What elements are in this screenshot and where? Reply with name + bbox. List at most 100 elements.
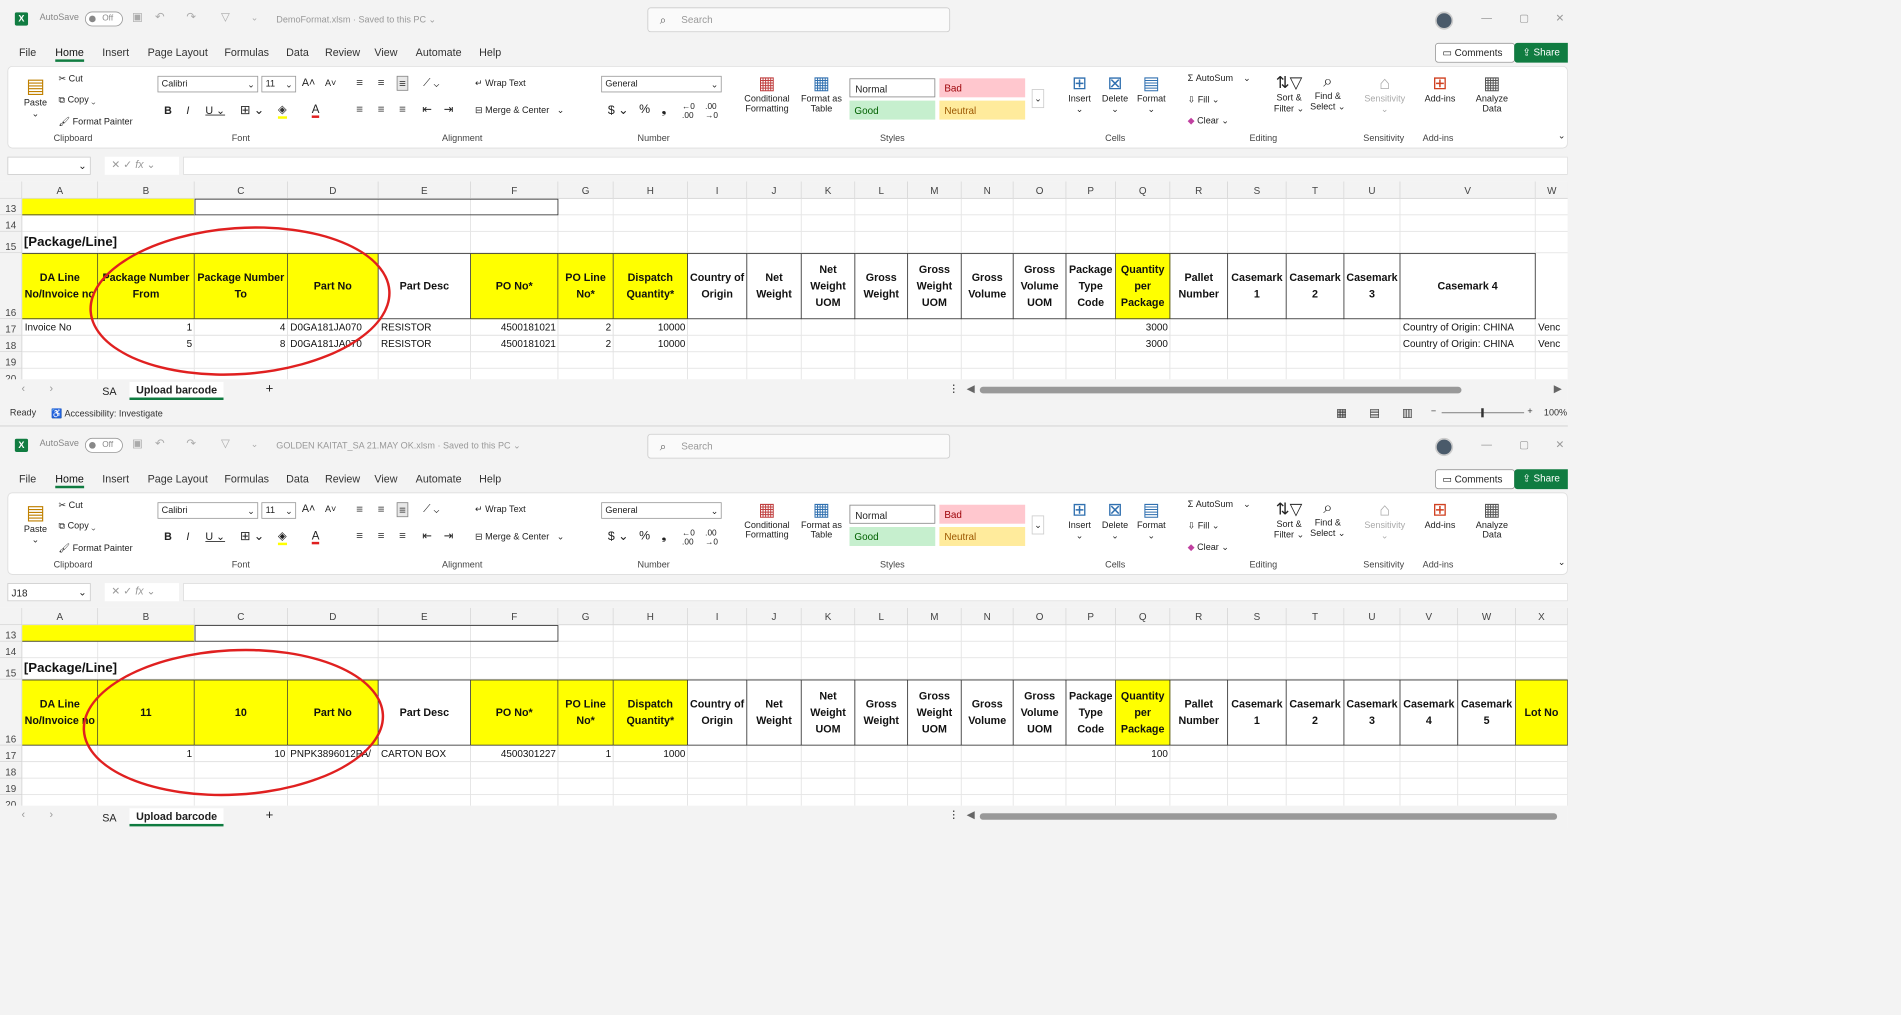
cell-p13[interactable] [1066, 198, 1116, 216]
cell-h19[interactable] [613, 352, 688, 369]
cell-j17[interactable] [747, 319, 802, 336]
sort-filter-button[interactable]: ⇅▽ Sort & Filter ⌄ [1271, 73, 1307, 114]
cell-r18[interactable] [1170, 335, 1229, 353]
style-bad[interactable]: Bad [939, 504, 1026, 524]
fx-buttons[interactable]: ✕ ✓ fx ⌄ [104, 156, 179, 175]
column-header-d[interactable]: D [287, 181, 379, 199]
zoom-out-icon[interactable]: − [1431, 407, 1436, 417]
cell-q14[interactable] [1115, 641, 1171, 659]
cell-o20[interactable] [1014, 795, 1067, 806]
cell-l19[interactable] [855, 352, 909, 369]
cell-k19[interactable] [801, 352, 856, 369]
cell-e17-value[interactable]: CARTON BOX [378, 745, 471, 763]
bold-icon[interactable]: B [164, 104, 172, 116]
cell-p15[interactable] [1066, 231, 1116, 254]
column-header-d[interactable]: D [287, 607, 379, 626]
cell-g20[interactable] [558, 368, 614, 380]
cell-k18[interactable] [801, 762, 856, 779]
cell-m18[interactable] [908, 335, 962, 353]
cell-v13[interactable] [1400, 625, 1459, 642]
cell-i13[interactable] [687, 625, 748, 642]
style-good[interactable]: Good [849, 100, 936, 120]
copy-button[interactable]: ⧉ Copy ⌄ [59, 521, 96, 532]
cell-j18[interactable] [747, 335, 802, 353]
currency-icon[interactable]: $ ⌄ [608, 529, 629, 543]
italic-icon[interactable]: I [186, 104, 189, 116]
cell-w18[interactable] [1458, 762, 1516, 779]
cell-k18[interactable] [801, 335, 856, 353]
cell-i18[interactable] [687, 762, 748, 779]
file-name[interactable]: GOLDEN KAITAT_SA 21.MAY OK.xlsm · Saved … [276, 440, 520, 451]
cell-c13-f13[interactable] [194, 625, 559, 642]
column-header-b[interactable]: B [98, 607, 195, 626]
column-header-c[interactable]: C [194, 181, 288, 199]
share-button[interactable]: ⇪ Share [1514, 42, 1568, 63]
menu-automate[interactable]: Automate [416, 473, 462, 485]
column-header-x[interactable]: X [1515, 607, 1568, 626]
find-select-button[interactable]: ⌕ Find & Select ⌄ [1310, 499, 1346, 539]
cell-g19[interactable] [558, 352, 614, 369]
cell-x18[interactable] [1515, 762, 1568, 779]
avatar[interactable] [1435, 437, 1454, 457]
add-sheet-icon[interactable]: + [266, 808, 274, 823]
cell-l17[interactable] [855, 745, 909, 763]
cell-t13[interactable] [1286, 625, 1345, 642]
decrease-font-icon[interactable]: A˅ [325, 505, 336, 515]
cell-u14[interactable] [1344, 641, 1401, 659]
cell-a18-value[interactable] [22, 335, 99, 353]
scroll-right-icon[interactable]: ▶ [1554, 382, 1562, 395]
borders-icon[interactable]: ⊞ ⌄ [240, 102, 264, 117]
cell-u19[interactable] [1344, 352, 1401, 369]
align-bottom-icon[interactable]: ≡ [396, 75, 409, 91]
sort-filter-button[interactable]: ⇅▽ Sort & Filter ⌄ [1271, 499, 1307, 541]
cell-m14[interactable] [908, 641, 962, 659]
cell-w15[interactable] [1458, 658, 1516, 680]
column-header-w[interactable]: W [1458, 607, 1516, 626]
cell-e18[interactable] [378, 762, 471, 779]
column-header-l[interactable]: L [855, 181, 909, 199]
sensitivity-button[interactable]: ⌂ Sensitivity ⌄ [1361, 499, 1409, 541]
cell-l20[interactable] [855, 795, 909, 806]
paste-button[interactable]: ▤ Paste ⌄ [21, 501, 49, 545]
cell-x19[interactable] [1515, 778, 1568, 796]
cell-c13-f13[interactable] [194, 198, 559, 216]
cell-s14[interactable] [1228, 215, 1287, 232]
cell-f19[interactable] [470, 352, 559, 369]
tab-sa[interactable]: SA [102, 385, 116, 397]
cell-g13[interactable] [558, 625, 614, 642]
cell-t18[interactable] [1286, 762, 1345, 779]
column-header-q[interactable]: Q [1115, 607, 1171, 626]
comma-icon[interactable]: ❟ [661, 529, 666, 543]
column-header-t[interactable]: T [1286, 181, 1345, 199]
column-header-l[interactable]: L [855, 607, 909, 626]
cell-i13[interactable] [687, 198, 748, 216]
cell-o14[interactable] [1013, 641, 1067, 659]
cell-s15[interactable] [1228, 231, 1287, 254]
cell-m15[interactable] [908, 231, 962, 254]
cell-p18[interactable] [1066, 762, 1116, 779]
column-header-e[interactable]: E [378, 181, 471, 199]
cell-s20[interactable] [1228, 368, 1287, 380]
cell-i15[interactable] [687, 231, 748, 254]
cell-o13[interactable] [1013, 198, 1067, 216]
column-header-u[interactable]: U [1344, 607, 1401, 626]
cell-x13[interactable] [1515, 625, 1568, 642]
column-header-g[interactable]: G [558, 181, 614, 199]
cell-f14[interactable] [470, 215, 559, 232]
cell-r13[interactable] [1170, 625, 1229, 642]
column-header-k[interactable]: K [801, 607, 856, 626]
column-header-n[interactable]: N [961, 181, 1014, 199]
cell-s14[interactable] [1228, 641, 1287, 659]
cell-u15[interactable] [1344, 658, 1401, 680]
cell-g15[interactable] [558, 658, 614, 680]
row-header-14[interactable]: 14 [0, 215, 23, 232]
orientation-icon[interactable]: ⟋ ⌄ [423, 76, 439, 89]
cell-a14[interactable] [22, 641, 99, 659]
styles-more-icon[interactable]: ⌄ [1031, 89, 1045, 109]
close-icon[interactable]: ✕ [1555, 12, 1564, 25]
cell-f18[interactable] [470, 762, 559, 779]
cell-n17[interactable] [961, 745, 1014, 763]
cell-o13[interactable] [1013, 625, 1067, 642]
add-sheet-icon[interactable]: + [266, 382, 274, 397]
menu-review[interactable]: Review [325, 473, 360, 485]
